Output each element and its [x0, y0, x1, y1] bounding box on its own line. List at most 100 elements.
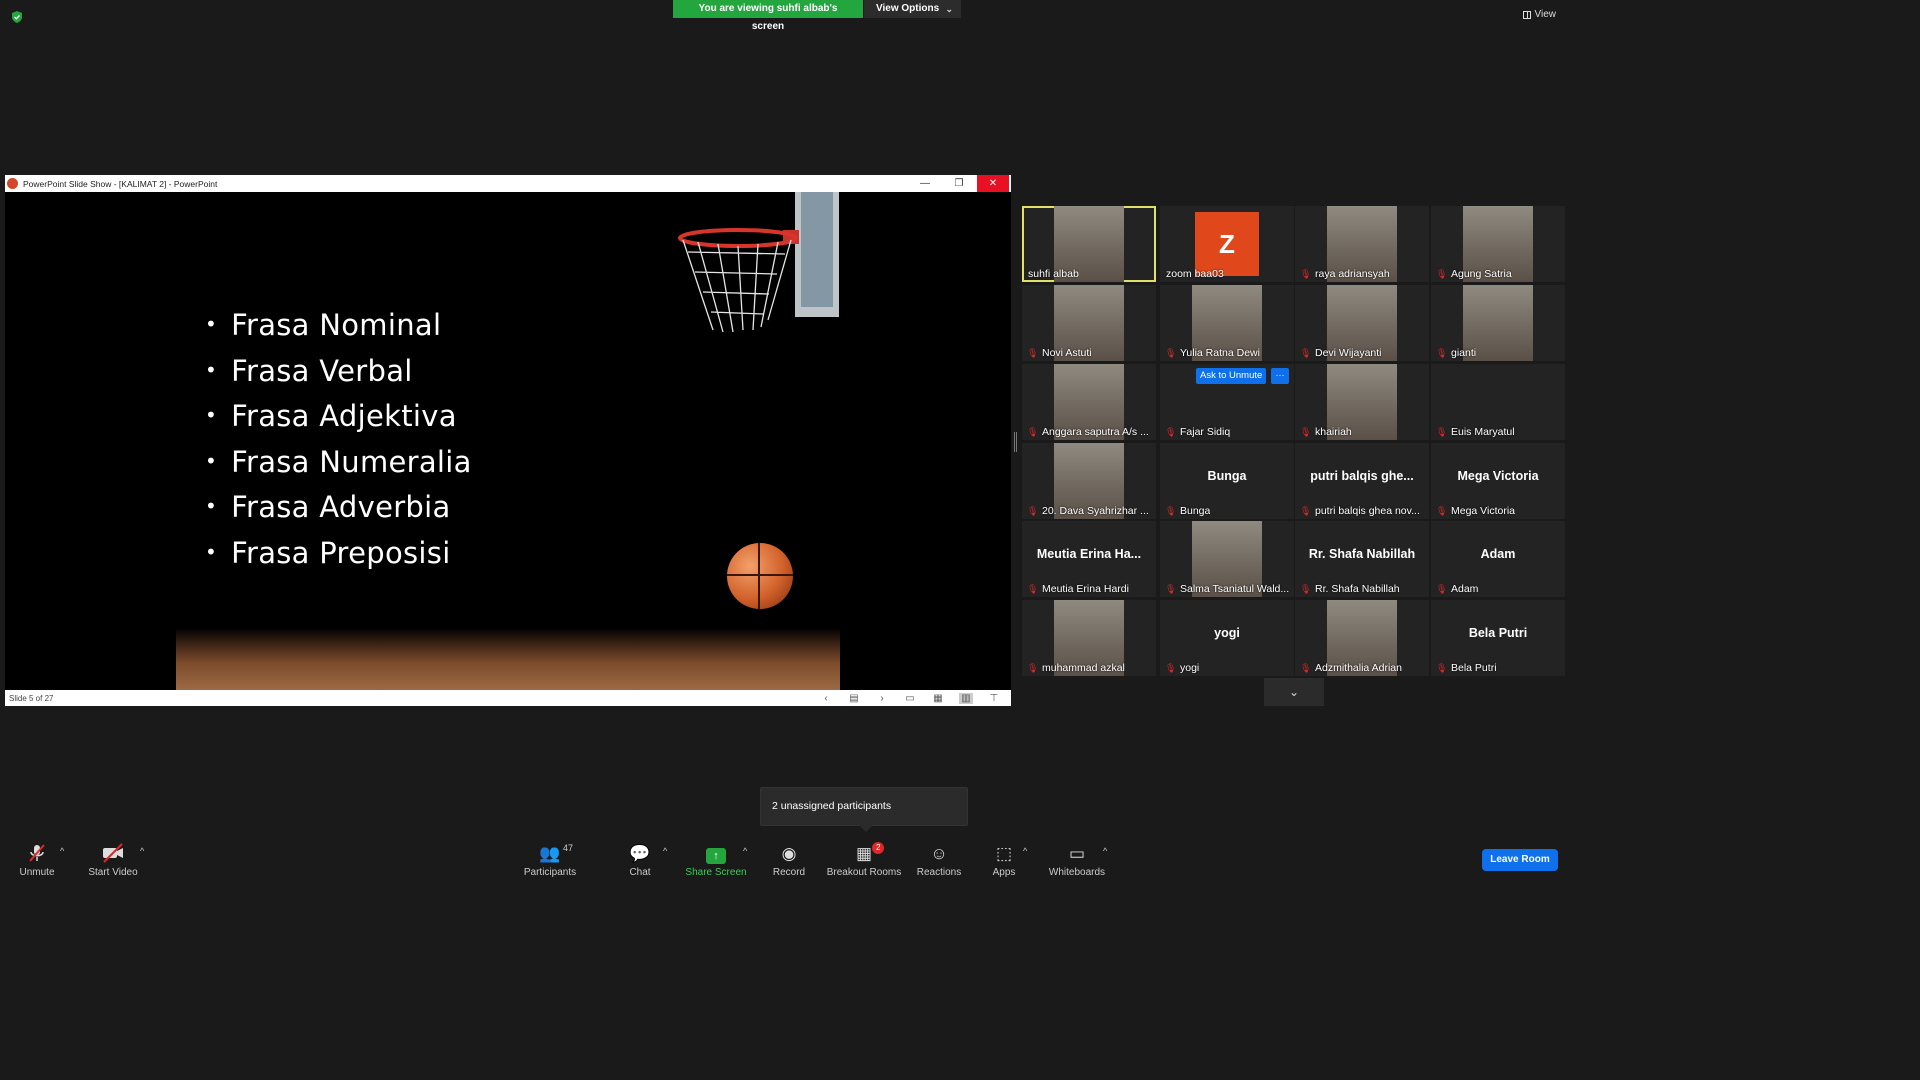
share-screen-icon: ↑ [684, 842, 748, 866]
chevron-down-icon: ⌄ [945, 4, 953, 14]
start-video-button[interactable]: Start Video [86, 834, 140, 882]
participant-name-label: Agung Satria [1451, 268, 1512, 280]
participant-tile[interactable]: 🎙 Agung Satria [1431, 206, 1565, 282]
view-button[interactable]: View [1522, 9, 1557, 20]
participant-tile[interactable]: 🎙 20. Dava Syahrizhar ... [1022, 443, 1156, 519]
muted-microphone-icon: 🎙 [1165, 584, 1177, 594]
apps-button[interactable]: ⬚ Apps [986, 834, 1022, 882]
viewing-screen-label: You are viewing suhfi albab's screen [673, 0, 863, 32]
screen-share-banner: You are viewing suhfi albab's screen Vie… [673, 0, 961, 32]
slide-sorter-icon[interactable]: ▦ [931, 693, 945, 704]
meeting-toolbar: Unmute ^ Start Video ^ 👥 47 Participants… [0, 834, 1568, 882]
restore-icon[interactable]: ❐ [943, 175, 975, 192]
next-slide-icon[interactable]: › [875, 693, 889, 704]
more-options-button[interactable]: ··· [1271, 368, 1289, 384]
slide-navigation: ‹ ▤ › ▭ ▦ ▥ ⊤ [819, 690, 1001, 706]
participant-tile[interactable]: Meutia Erina Ha... 🎙 Meutia Erina Hardi [1022, 521, 1156, 597]
ask-to-unmute-button[interactable]: Ask to Unmute [1196, 368, 1267, 384]
chat-options-caret-icon[interactable]: ^ [663, 846, 667, 856]
muted-microphone-icon: 🎙 [1436, 663, 1448, 673]
slide-menu-icon[interactable]: ▤ [847, 693, 861, 704]
view-options-button[interactable]: View Options ⌄ [863, 0, 961, 18]
share-screen-button[interactable]: ↑ Share Screen [684, 834, 748, 882]
encryption-shield-icon[interactable] [10, 10, 24, 24]
apps-icon: ⬚ [995, 844, 1013, 863]
participant-tile[interactable]: yogi 🎙 yogi [1160, 600, 1294, 676]
participant-name-label: putri balqis ghea nov... [1315, 505, 1420, 517]
participant-tile[interactable]: Zzoom baa03 [1160, 206, 1294, 282]
participant-name-label: 20. Dava Syahrizhar ... [1042, 505, 1149, 517]
participant-name-label: Mega Victoria [1451, 505, 1516, 517]
panel-resize-handle[interactable] [1014, 432, 1017, 452]
reading-view-icon[interactable]: ▥ [959, 692, 973, 704]
participants-button[interactable]: 👥 47 Participants [520, 834, 580, 882]
participant-tile[interactable]: 🎙 Euis Maryatul [1431, 364, 1565, 440]
muted-microphone-icon: 🎙 [1436, 427, 1448, 437]
leave-room-button[interactable]: Leave Room [1482, 849, 1558, 871]
participant-tile[interactable]: 🎙 muhammad azkal [1022, 600, 1156, 676]
participant-tile[interactable]: 🎙 Yulia Ratna Dewi [1160, 285, 1294, 361]
close-icon[interactable]: ✕ [977, 175, 1009, 192]
participant-tile[interactable]: 🎙 Anggara saputra A/s ... [1022, 364, 1156, 440]
participant-tile[interactable]: Bunga 🎙 Bunga [1160, 443, 1294, 519]
apps-label: Apps [992, 867, 1016, 878]
participant-tile[interactable]: 🎙 Salma Tsaniatul Wald... [1160, 521, 1294, 597]
participant-tile[interactable]: Adam 🎙 Adam [1431, 521, 1565, 597]
slide-bullet: Frasa Verbal [205, 350, 472, 396]
minimize-icon[interactable]: — [909, 175, 941, 192]
audio-options-caret-icon[interactable]: ^ [60, 846, 64, 856]
participants-label: Participants [523, 867, 577, 878]
participant-name-label: muhammad azkal [1042, 662, 1125, 674]
participant-name-label: Adam [1451, 583, 1479, 595]
participant-tile[interactable]: Mega Victoria 🎙 Mega Victoria [1431, 443, 1565, 519]
participant-tile[interactable]: Bela Putri 🎙 Bela Putri [1431, 600, 1565, 676]
participant-tile[interactable]: Rr. Shafa Nabillah 🎙 Rr. Shafa Nabillah [1295, 521, 1429, 597]
shared-powerpoint-window: PowerPoint Slide Show - [KALIMAT 2] - Po… [5, 175, 1011, 706]
participant-name-label: Bunga [1180, 505, 1211, 517]
participant-tile[interactable]: 🎙 Novi Astuti [1022, 285, 1156, 361]
participant-tile[interactable]: 🎙 Adzmithalia Adrian [1295, 600, 1429, 676]
chat-button[interactable]: 💬 Chat [620, 834, 660, 882]
slide-counter: Slide 5 of 27 [9, 693, 54, 703]
unmute-button[interactable]: Unmute [14, 834, 60, 882]
participant-name-label: Salma Tsaniatul Wald... [1180, 583, 1290, 595]
muted-microphone-icon: 🎙 [1027, 348, 1039, 358]
video-off-icon [86, 842, 140, 866]
slide-bullet-list: Frasa Nominal Frasa Verbal Frasa Adjekti… [205, 304, 472, 577]
normal-view-icon[interactable]: ▭ [903, 693, 917, 704]
participant-tile[interactable]: 🎙 gianti [1431, 285, 1565, 361]
participant-tile[interactable]: 🎙 khairiah [1295, 364, 1429, 440]
slide-bullet: Frasa Adverbia [205, 486, 472, 532]
muted-microphone-icon: 🎙 [1300, 663, 1312, 673]
chat-bubble-icon: 💬 [629, 844, 651, 863]
participant-display-name: Adam [1480, 547, 1516, 561]
participant-name-label: Euis Maryatul [1451, 426, 1515, 438]
video-options-caret-icon[interactable]: ^ [140, 846, 144, 856]
apps-options-caret-icon[interactable]: ^ [1023, 846, 1027, 856]
zoom-meeting-window: You are viewing suhfi albab's screen Vie… [0, 0, 1568, 882]
view-label: View [1534, 9, 1557, 20]
powerpoint-titlebar: PowerPoint Slide Show - [KALIMAT 2] - Po… [5, 175, 1011, 192]
whiteboard-options-caret-icon[interactable]: ^ [1103, 846, 1107, 856]
participant-name-label: Anggara saputra A/s ... [1042, 426, 1149, 438]
reactions-label: Reactions [916, 867, 962, 878]
participant-tile[interactable]: suhfi albab [1022, 206, 1156, 282]
breakout-rooms-button[interactable]: ▦ 2 Breakout Rooms [826, 834, 902, 882]
participant-tile[interactable]: 🎙 Devi Wijayanti [1295, 285, 1429, 361]
powerpoint-status-bar: Slide 5 of 27 ‹ ▤ › ▭ ▦ ▥ ⊤ [5, 690, 1011, 706]
previous-slide-icon[interactable]: ‹ [819, 693, 833, 704]
participant-name-label: raya adriansyah [1315, 268, 1390, 280]
record-button[interactable]: ◉ Record [769, 834, 809, 882]
whiteboards-button[interactable]: ▭ Whiteboards [1046, 834, 1108, 882]
basketball-hoop-image [678, 192, 839, 333]
share-options-caret-icon[interactable]: ^ [743, 846, 747, 856]
muted-microphone-icon: 🎙 [1300, 506, 1312, 516]
muted-microphone-icon: 🎙 [1027, 663, 1039, 673]
gallery-next-page-button[interactable]: ⌄ [1264, 678, 1324, 706]
participant-name-label: khairiah [1315, 426, 1352, 438]
reactions-button[interactable]: ☺ Reactions [914, 834, 964, 882]
participant-tile[interactable]: putri balqis ghe... 🎙 putri balqis ghea no… [1295, 443, 1429, 519]
muted-microphone-icon: 🎙 [1436, 348, 1448, 358]
slideshow-icon[interactable]: ⊤ [987, 693, 1001, 704]
participant-tile[interactable]: 🎙 raya adriansyah [1295, 206, 1429, 282]
